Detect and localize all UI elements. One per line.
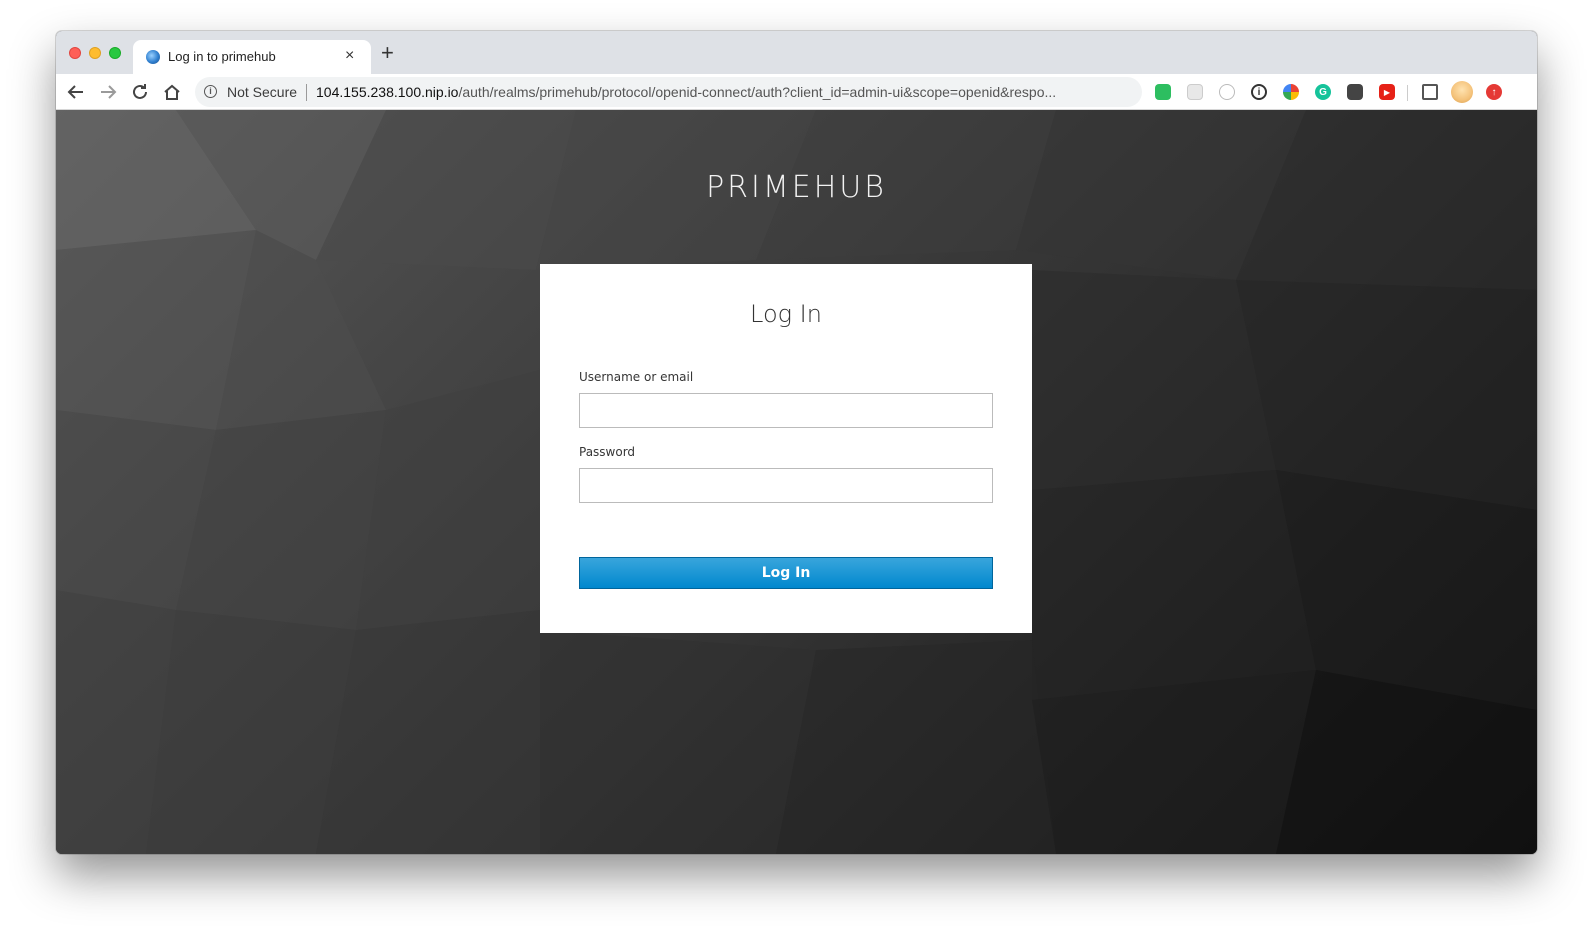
youtube-extension-icon[interactable]: ▶: [1379, 84, 1395, 100]
toolbar-separator: [1407, 85, 1408, 101]
security-status[interactable]: Not Secure: [227, 84, 297, 100]
password-label: Password: [579, 445, 636, 459]
browser-tab-active[interactable]: Log in to primehub ×: [133, 40, 371, 74]
grammarly-extension-icon[interactable]: G: [1315, 84, 1331, 100]
url-path: /auth/realms/primehub/protocol/openid-co…: [458, 84, 1057, 100]
forward-arrow-icon[interactable]: [98, 82, 118, 102]
url-host: 104.155.238.100.nip.io: [316, 84, 459, 100]
login-page: PRIMEHUB Log In Username or email Passwo…: [56, 110, 1537, 854]
username-input[interactable]: [579, 393, 993, 428]
password-input[interactable]: [579, 468, 993, 503]
browser-window: Log in to primehub × + i Not Secure 104.…: [56, 31, 1537, 854]
new-tab-button[interactable]: +: [381, 42, 394, 64]
address-separator: [306, 84, 307, 101]
tab-favicon-icon: [146, 50, 160, 64]
brand-title: PRIMEHUB: [706, 170, 887, 205]
login-title: Log In: [750, 300, 822, 328]
reload-icon[interactable]: [130, 82, 150, 102]
login-card: Log In Username or email Password Log In: [540, 264, 1032, 633]
onepassword-extension-icon[interactable]: i: [1251, 84, 1267, 100]
blank-extension-icon[interactable]: [1187, 84, 1203, 100]
browser-toolbar: i Not Secure 104.155.238.100.nip.io/auth…: [56, 74, 1537, 110]
tab-title: Log in to primehub: [168, 49, 276, 64]
login-button[interactable]: Log In: [579, 557, 993, 589]
chrome-colorful-extension-icon[interactable]: [1283, 84, 1299, 100]
tab-close-icon[interactable]: ×: [345, 46, 354, 66]
tab-strip: Log in to primehub × +: [56, 31, 1537, 74]
maximize-window-button[interactable]: [109, 47, 121, 59]
address-bar[interactable]: i Not Secure 104.155.238.100.nip.io/auth…: [195, 77, 1267, 107]
username-label: Username or email: [579, 370, 694, 384]
evernote-extension-icon[interactable]: [1155, 84, 1171, 100]
home-icon[interactable]: [162, 82, 182, 102]
minimize-window-button[interactable]: [89, 47, 101, 59]
back-arrow-icon[interactable]: [66, 82, 86, 102]
pocket-extension-icon[interactable]: [1347, 84, 1363, 100]
info-icon[interactable]: i: [204, 85, 217, 98]
profile-avatar[interactable]: [1451, 81, 1473, 103]
close-window-button[interactable]: [69, 47, 81, 59]
url-text[interactable]: 104.155.238.100.nip.io/auth/realms/prime…: [316, 84, 1056, 100]
update-icon[interactable]: ↑: [1486, 84, 1502, 100]
dial-extension-icon[interactable]: [1219, 84, 1235, 100]
cast-icon[interactable]: [1422, 84, 1438, 100]
